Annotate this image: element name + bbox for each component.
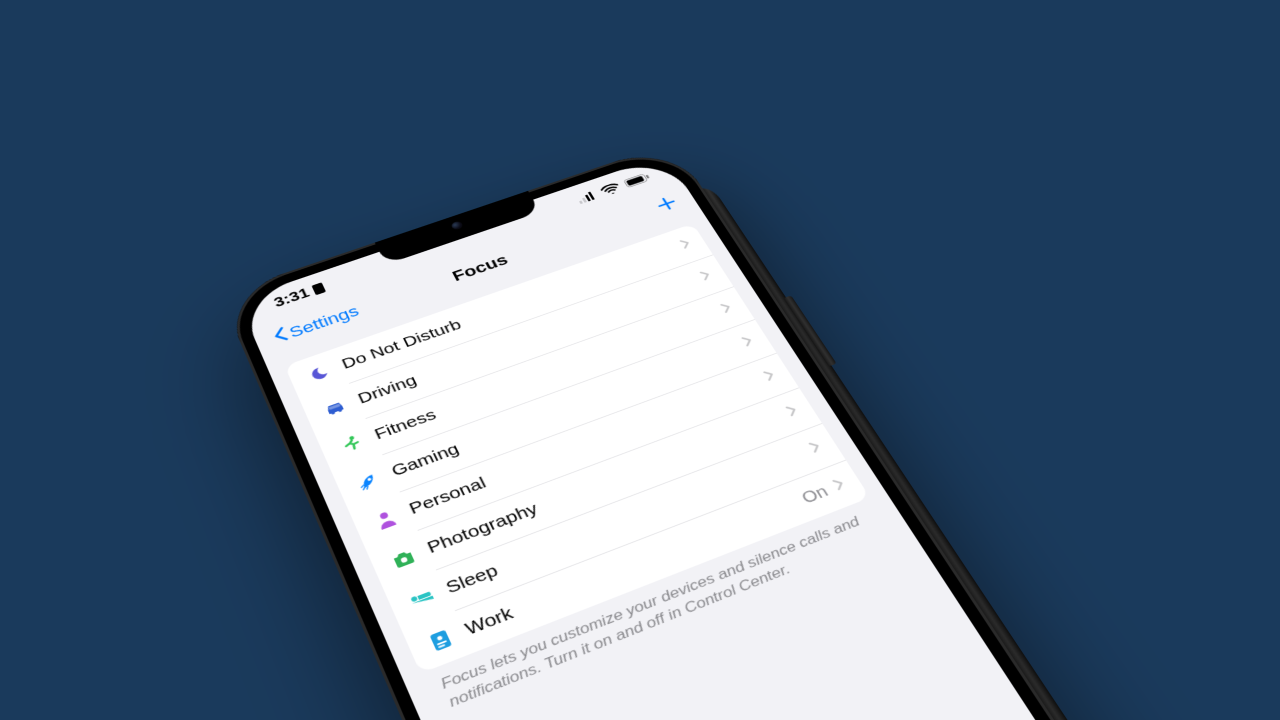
screen: 3:31 (238, 155, 1179, 720)
chevron-right-icon (831, 476, 849, 494)
status-time: 3:31 (272, 285, 312, 310)
location-indicator-icon (312, 282, 327, 295)
wifi-icon (599, 182, 622, 197)
phone: 3:31 (220, 142, 1205, 720)
cellular-icon (576, 190, 598, 204)
plus-icon (651, 191, 683, 219)
phone-frame: 3:31 (220, 142, 1205, 720)
badge-icon (422, 626, 459, 656)
add-button[interactable] (653, 194, 680, 214)
front-camera-icon (450, 220, 463, 230)
battery-icon (623, 172, 651, 188)
